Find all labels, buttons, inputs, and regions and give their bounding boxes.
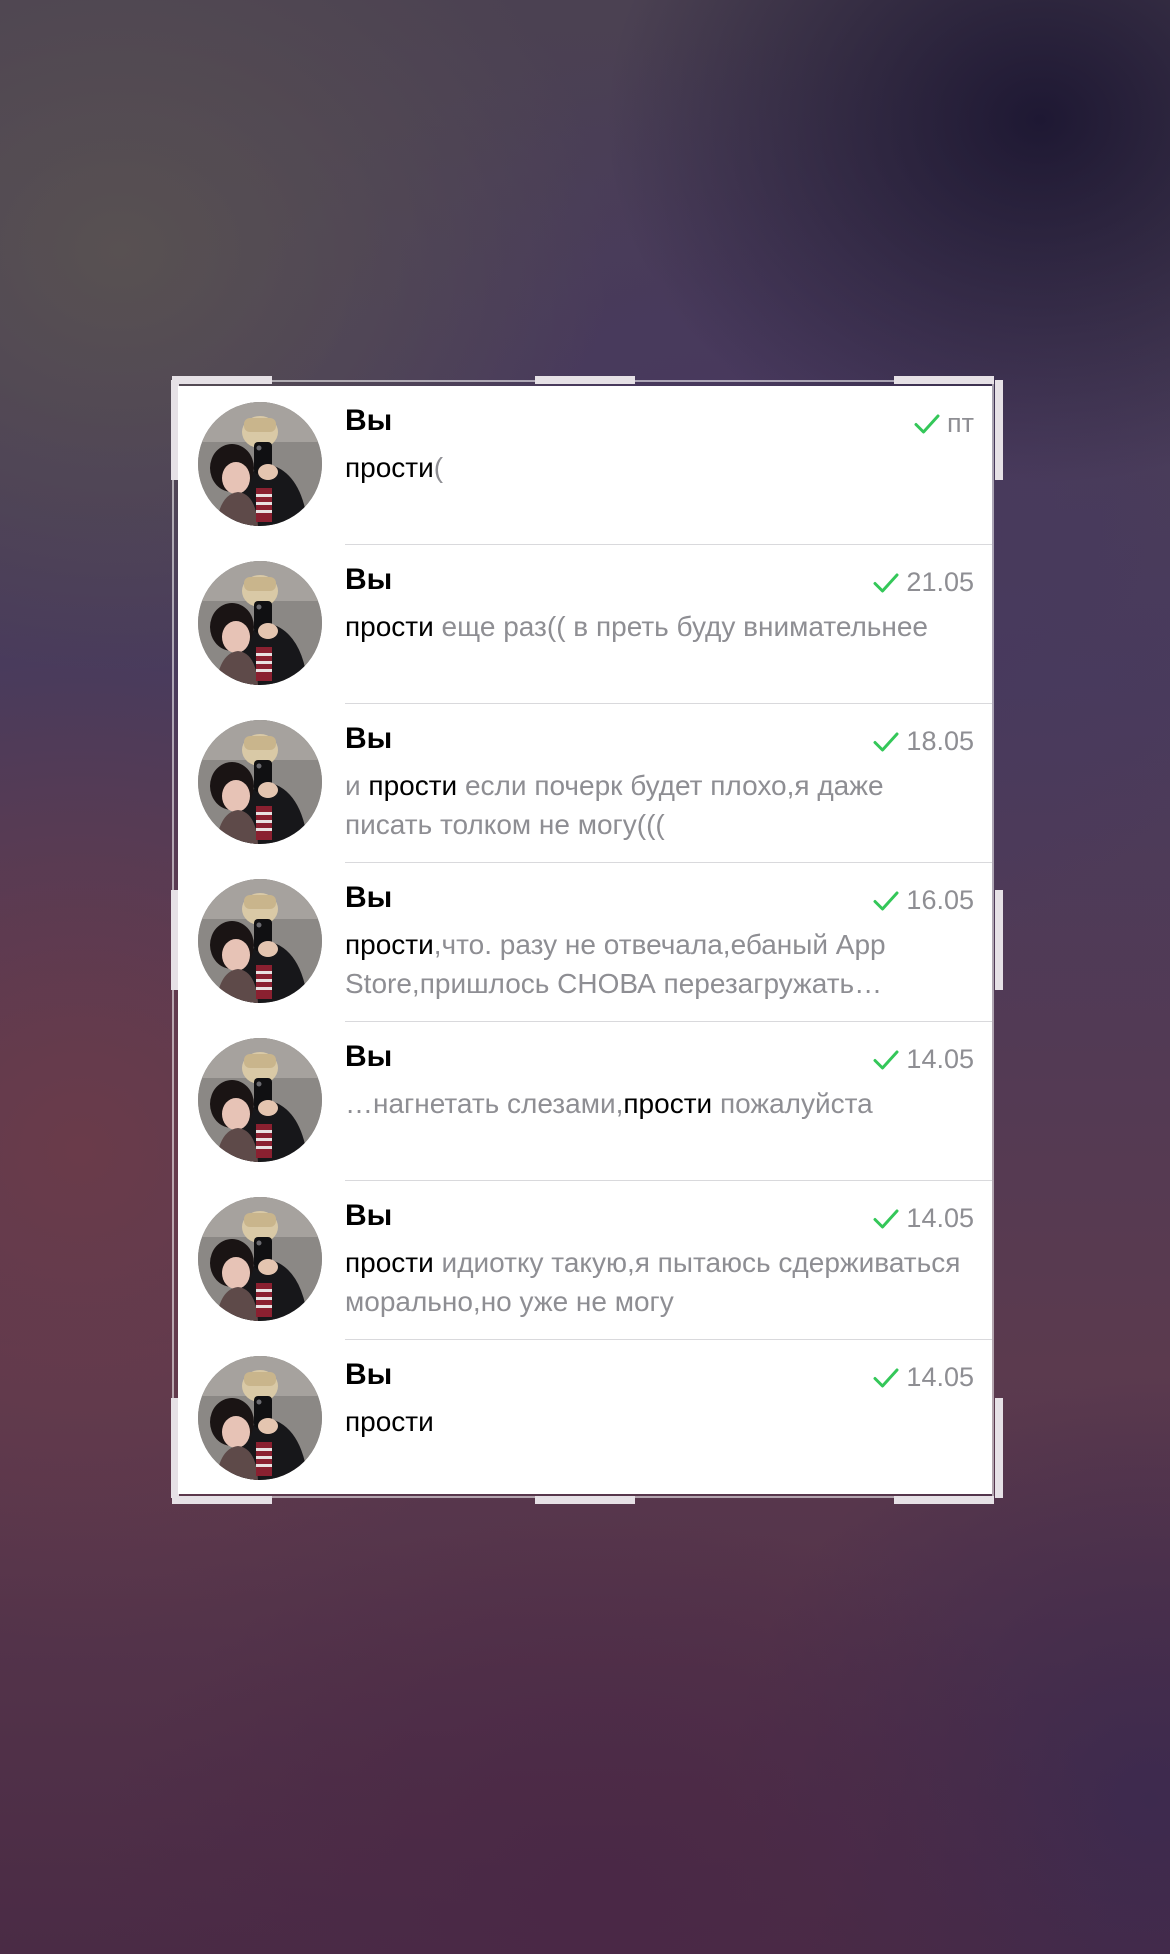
preview-text: еще раз(( в преть буду внимательнее bbox=[433, 611, 929, 642]
chat-row[interactable]: Вы 14.05 прости идиотку такую,я пытаюсь … bbox=[178, 1181, 992, 1340]
chat-row[interactable]: Вы 21.05 прости еще раз(( в преть буду в… bbox=[178, 545, 992, 704]
avatar[interactable] bbox=[198, 561, 322, 685]
search-match-text: прости bbox=[623, 1088, 713, 1119]
avatar-photo bbox=[198, 720, 322, 844]
sender-name: Вы bbox=[345, 404, 393, 437]
crop-handle-bottom-center[interactable] bbox=[535, 1496, 635, 1504]
message-date: пт bbox=[947, 408, 974, 438]
message-preview: и прости если почерк будет плохо,я даже … bbox=[345, 766, 976, 844]
search-match-text: прости bbox=[368, 770, 458, 801]
preview-text: идиотку такую,я пытаюсь сдерживаться мор… bbox=[345, 1247, 961, 1317]
avatar-photo bbox=[198, 1356, 322, 1480]
row-meta: 14.05 bbox=[872, 1203, 974, 1234]
avatar-photo bbox=[198, 1197, 322, 1321]
sender-name: Вы bbox=[345, 722, 393, 755]
check-icon bbox=[872, 730, 900, 754]
sender-name: Вы bbox=[345, 1040, 393, 1073]
search-match-text: прости bbox=[345, 1406, 434, 1437]
chat-row[interactable]: Вы 14.05 прости bbox=[178, 1340, 992, 1494]
crop-handle-top-left[interactable] bbox=[172, 376, 272, 384]
avatar[interactable] bbox=[198, 1197, 322, 1321]
message-preview: прости,что. разу не отвечала,ебаный App … bbox=[345, 925, 976, 1003]
search-match-text: прости bbox=[345, 452, 434, 483]
row-meta: 16.05 bbox=[872, 885, 974, 916]
avatar-photo bbox=[198, 561, 322, 685]
search-match-text: прости bbox=[345, 929, 434, 960]
check-icon bbox=[872, 1366, 900, 1390]
search-match-text: прости bbox=[345, 1247, 434, 1278]
avatar-photo bbox=[198, 879, 322, 1003]
chat-row[interactable]: Вы 18.05 и прости если почерк будет плох… bbox=[178, 704, 992, 863]
preview-text: …нагнетать слезами, bbox=[345, 1088, 624, 1119]
message-preview: прости еще раз(( в преть буду внимательн… bbox=[345, 607, 976, 646]
sender-name: Вы bbox=[345, 563, 393, 596]
chat-row[interactable]: Вы пт прости( bbox=[178, 386, 992, 545]
crop-handle-bottom-right[interactable] bbox=[894, 1496, 994, 1504]
preview-text: пожалуйста bbox=[712, 1088, 873, 1119]
crop-handle-right-top[interactable] bbox=[995, 380, 1003, 480]
message-preview: прости( bbox=[345, 448, 976, 487]
message-date: 14.05 bbox=[906, 1362, 974, 1392]
check-icon bbox=[872, 1048, 900, 1072]
sender-name: Вы bbox=[345, 1199, 393, 1232]
chat-row-content: Вы 14.05 прости bbox=[345, 1340, 992, 1494]
message-preview: прости идиотку такую,я пытаюсь сдерживат… bbox=[345, 1243, 976, 1321]
chat-row-content: Вы пт прости( bbox=[345, 386, 992, 545]
chat-row-content: Вы 18.05 и прости если почерк будет плох… bbox=[345, 704, 992, 863]
message-preview: …нагнетать слезами,прости пожалуйста bbox=[345, 1084, 976, 1123]
preview-text: и bbox=[345, 770, 369, 801]
avatar[interactable] bbox=[198, 1356, 322, 1480]
preview-text: ( bbox=[433, 452, 444, 483]
crop-handle-top-right[interactable] bbox=[894, 376, 994, 384]
message-date: 14.05 bbox=[906, 1203, 974, 1233]
chat-row-content: Вы 14.05 …нагнетать слезами,прости пожал… bbox=[345, 1022, 992, 1181]
avatar[interactable] bbox=[198, 879, 322, 1003]
sender-name: Вы bbox=[345, 1358, 393, 1391]
chat-search-results: Вы пт прости(Вы 21.05 прости еще раз((… bbox=[178, 386, 992, 1494]
crop-handle-right-bottom[interactable] bbox=[995, 1398, 1003, 1498]
crop-handle-right-middle[interactable] bbox=[995, 890, 1003, 990]
row-meta: пт bbox=[913, 408, 974, 439]
chat-row-content: Вы 14.05 прости идиотку такую,я пытаюсь … bbox=[345, 1181, 992, 1340]
message-date: 21.05 bbox=[906, 567, 974, 597]
chat-row-content: Вы 16.05 прости,что. разу не отвечала,еб… bbox=[345, 863, 992, 1022]
crop-handle-top-center[interactable] bbox=[535, 376, 635, 384]
check-icon bbox=[872, 1207, 900, 1231]
check-icon bbox=[872, 571, 900, 595]
chat-row-content: Вы 21.05 прости еще раз(( в преть буду в… bbox=[345, 545, 992, 704]
row-meta: 14.05 bbox=[872, 1362, 974, 1393]
row-meta: 14.05 bbox=[872, 1044, 974, 1075]
sender-name: Вы bbox=[345, 881, 393, 914]
crop-handle-bottom-left[interactable] bbox=[172, 1496, 272, 1504]
row-meta: 18.05 bbox=[872, 726, 974, 757]
chat-row[interactable]: Вы 14.05 …нагнетать слезами,прости пожал… bbox=[178, 1022, 992, 1181]
message-preview: прости bbox=[345, 1402, 976, 1441]
message-date: 18.05 bbox=[906, 726, 974, 756]
avatar-photo bbox=[198, 1038, 322, 1162]
avatar[interactable] bbox=[198, 402, 322, 526]
avatar[interactable] bbox=[198, 720, 322, 844]
check-icon bbox=[913, 412, 941, 436]
chat-row[interactable]: Вы 16.05 прости,что. разу не отвечала,еб… bbox=[178, 863, 992, 1022]
check-icon bbox=[872, 889, 900, 913]
message-date: 16.05 bbox=[906, 885, 974, 915]
search-match-text: прости bbox=[345, 611, 434, 642]
message-date: 14.05 bbox=[906, 1044, 974, 1074]
avatar-photo bbox=[198, 402, 322, 526]
row-meta: 21.05 bbox=[872, 567, 974, 598]
avatar[interactable] bbox=[198, 1038, 322, 1162]
